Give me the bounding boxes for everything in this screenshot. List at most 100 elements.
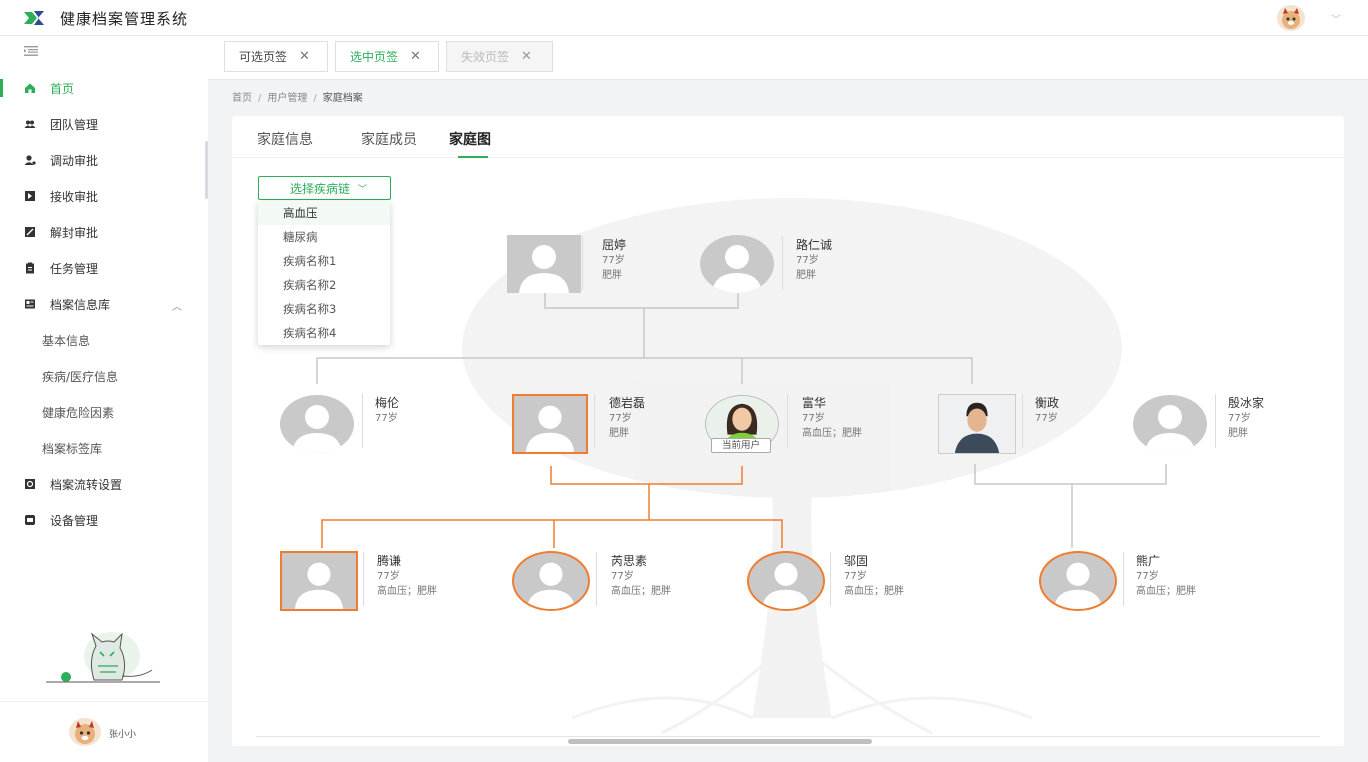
chevron-down-icon: ﹀ xyxy=(358,184,368,195)
close-icon[interactable]: ✕ xyxy=(410,49,421,64)
page-tab-label: 失效页签 xyxy=(461,50,510,64)
member-age: 77岁 xyxy=(1035,413,1058,424)
member-name: 殷冰家 xyxy=(1228,396,1265,410)
chevron-down-icon[interactable]: ﹀ xyxy=(1331,11,1341,26)
member-info: 殷冰家 77岁 肥胖 xyxy=(1228,396,1264,441)
avatar-cat-icon xyxy=(1282,8,1300,29)
sidebar-item-receive[interactable]: 接收审批 xyxy=(0,178,208,214)
member-info: 芮思素 77岁 高血压；肥胖 xyxy=(611,554,671,599)
close-icon[interactable]: ✕ xyxy=(299,49,310,64)
disease-chain-dropdown: 高血压 糖尿病 疾病名称1 疾病名称2 疾病名称3 疾病名称4 xyxy=(258,201,390,345)
member-photo[interactable] xyxy=(512,394,588,454)
tab-family-info[interactable]: 家庭信息 xyxy=(257,129,313,149)
tab-family-tree[interactable]: 家庭图 xyxy=(449,129,491,149)
sidebar-item-device[interactable]: 设备管理 xyxy=(0,502,208,538)
sidebar-item-label: 调动审批 xyxy=(50,153,99,168)
member-name: 屈婷 xyxy=(602,238,627,252)
family-archive-card: 家庭信息 家庭成员 家庭图 选择疾病链 ﹀ 高血压 糖尿病 疾病名称1 疾病名称… xyxy=(232,116,1344,746)
member-age: 77岁 xyxy=(611,571,634,582)
man-portrait-icon xyxy=(939,395,1015,453)
breadcrumb-item[interactable]: 用户管理 xyxy=(267,93,307,104)
member-info: 屈婷 77岁 肥胖 xyxy=(602,238,626,283)
sidebar-subitem-label: 档案标签库 xyxy=(42,441,103,456)
sidebar-subitem-label: 基本信息 xyxy=(42,333,91,348)
user-avatar[interactable] xyxy=(1277,5,1305,31)
scrollbar-thumb[interactable] xyxy=(568,739,872,744)
dropdown-option[interactable]: 疾病名称2 xyxy=(258,273,390,297)
member-age: 77岁 xyxy=(375,413,398,424)
member-name: 德岩磊 xyxy=(609,396,646,410)
member-name: 熊广 xyxy=(1136,554,1161,568)
sidebar-item-label: 档案信息库 xyxy=(50,297,111,312)
archive-icon xyxy=(25,299,35,309)
unseal-icon xyxy=(25,227,35,237)
dropdown-option[interactable]: 高血压 xyxy=(258,201,390,225)
member-tags: 肥胖 xyxy=(609,428,629,439)
page-tab-selected[interactable]: 选中页签 ✕ xyxy=(335,41,439,72)
member-photo[interactable] xyxy=(1039,551,1117,611)
sidebar-item-label: 任务管理 xyxy=(50,261,99,276)
breadcrumb-item[interactable]: 首页 xyxy=(232,93,252,104)
sidebar-subitem-disease-info[interactable]: 疾病/医疗信息 xyxy=(0,358,208,394)
flow-icon xyxy=(25,479,35,489)
chevron-up-icon: ︿ xyxy=(172,302,182,313)
dropdown-option[interactable]: 疾病名称3 xyxy=(258,297,390,321)
home-icon xyxy=(25,83,35,93)
sidebar-item-label: 解封审批 xyxy=(50,225,99,240)
sidebar-item-flow-settings[interactable]: 档案流转设置 xyxy=(0,466,208,502)
member-photo[interactable] xyxy=(280,551,358,611)
member-age: 77岁 xyxy=(602,255,625,266)
member-photo[interactable] xyxy=(938,394,1016,454)
member-photo[interactable] xyxy=(747,551,825,611)
sidebar-item-label: 接收审批 xyxy=(50,189,99,204)
transfer-icon xyxy=(24,155,36,165)
page-tab-optional[interactable]: 可选页签 ✕ xyxy=(224,41,328,72)
member-tags: 高血压；肥胖 xyxy=(611,586,671,597)
sidebar-item-archive[interactable]: 档案信息库 ︿ xyxy=(0,286,208,322)
sidebar-subitem-basic-info[interactable]: 基本信息 xyxy=(0,322,208,358)
sidebar-subitem-label: 健康危险因素 xyxy=(42,405,115,420)
sidebar-item-home[interactable]: 首页 xyxy=(0,70,208,106)
sidebar-subitem-risk-factors[interactable]: 健康危险因素 xyxy=(0,394,208,430)
sidebar-item-transfer[interactable]: 调动审批 xyxy=(0,142,208,178)
dropdown-option[interactable]: 疾病名称1 xyxy=(258,249,390,273)
member-photo[interactable] xyxy=(512,551,590,611)
dropdown-option[interactable]: 糖尿病 xyxy=(258,225,390,249)
member-name: 梅伦 xyxy=(375,396,400,410)
page-tab-label: 可选页签 xyxy=(239,50,288,64)
member-photo[interactable] xyxy=(1133,395,1207,453)
member-tags: 肥胖 xyxy=(796,270,816,281)
dropdown-option[interactable]: 疾病名称4 xyxy=(258,321,390,345)
sidebar-item-label: 设备管理 xyxy=(50,513,99,528)
person-silhouette-icon xyxy=(1053,562,1103,609)
team-icon xyxy=(24,120,36,128)
member-info: 路仁诚 77岁 肥胖 xyxy=(796,238,832,283)
member-tags: 肥胖 xyxy=(602,270,622,281)
member-age: 77岁 xyxy=(1136,571,1159,582)
member-photo[interactable] xyxy=(507,235,581,293)
sidebar-item-label: 首页 xyxy=(50,81,75,96)
member-info: 德岩磊 77岁 肥胖 xyxy=(609,396,645,441)
member-photo[interactable] xyxy=(700,235,774,293)
sidebar-item-label: 档案流转设置 xyxy=(50,477,123,492)
sidebar-scrollbar[interactable] xyxy=(205,141,208,199)
horizontal-scrollbar[interactable] xyxy=(256,736,1320,746)
sidebar-item-unseal[interactable]: 解封审批 xyxy=(0,214,208,250)
member-photo[interactable] xyxy=(280,395,354,453)
disease-chain-select[interactable]: 选择疾病链 ﹀ xyxy=(258,176,391,200)
person-silhouette-icon xyxy=(525,405,575,452)
family-tree-canvas: 选择疾病链 ﹀ 高血压 糖尿病 疾病名称1 疾病名称2 疾病名称3 疾病名称4 屈… xyxy=(232,158,1344,746)
member-info: 富华 77岁 高血压；肥胖 xyxy=(802,396,862,441)
content-tabs: 家庭信息 家庭成员 家庭图 xyxy=(232,116,1344,158)
member-name: 芮思素 xyxy=(611,554,648,568)
sidebar-subitem-tag-library[interactable]: 档案标签库 xyxy=(0,430,208,466)
sidebar-user[interactable]: 张小小 xyxy=(0,701,208,762)
member-age: 77岁 xyxy=(802,413,825,424)
menu-collapse-icon[interactable] xyxy=(24,46,38,56)
tab-family-members[interactable]: 家庭成员 xyxy=(361,129,417,149)
sidebar-item-task[interactable]: 任务管理 xyxy=(0,250,208,286)
close-icon: ✕ xyxy=(521,49,532,64)
member-age: 77岁 xyxy=(377,571,400,582)
member-info: 梅伦 77岁 xyxy=(375,396,399,426)
sidebar-item-team[interactable]: 团队管理 xyxy=(0,106,208,142)
